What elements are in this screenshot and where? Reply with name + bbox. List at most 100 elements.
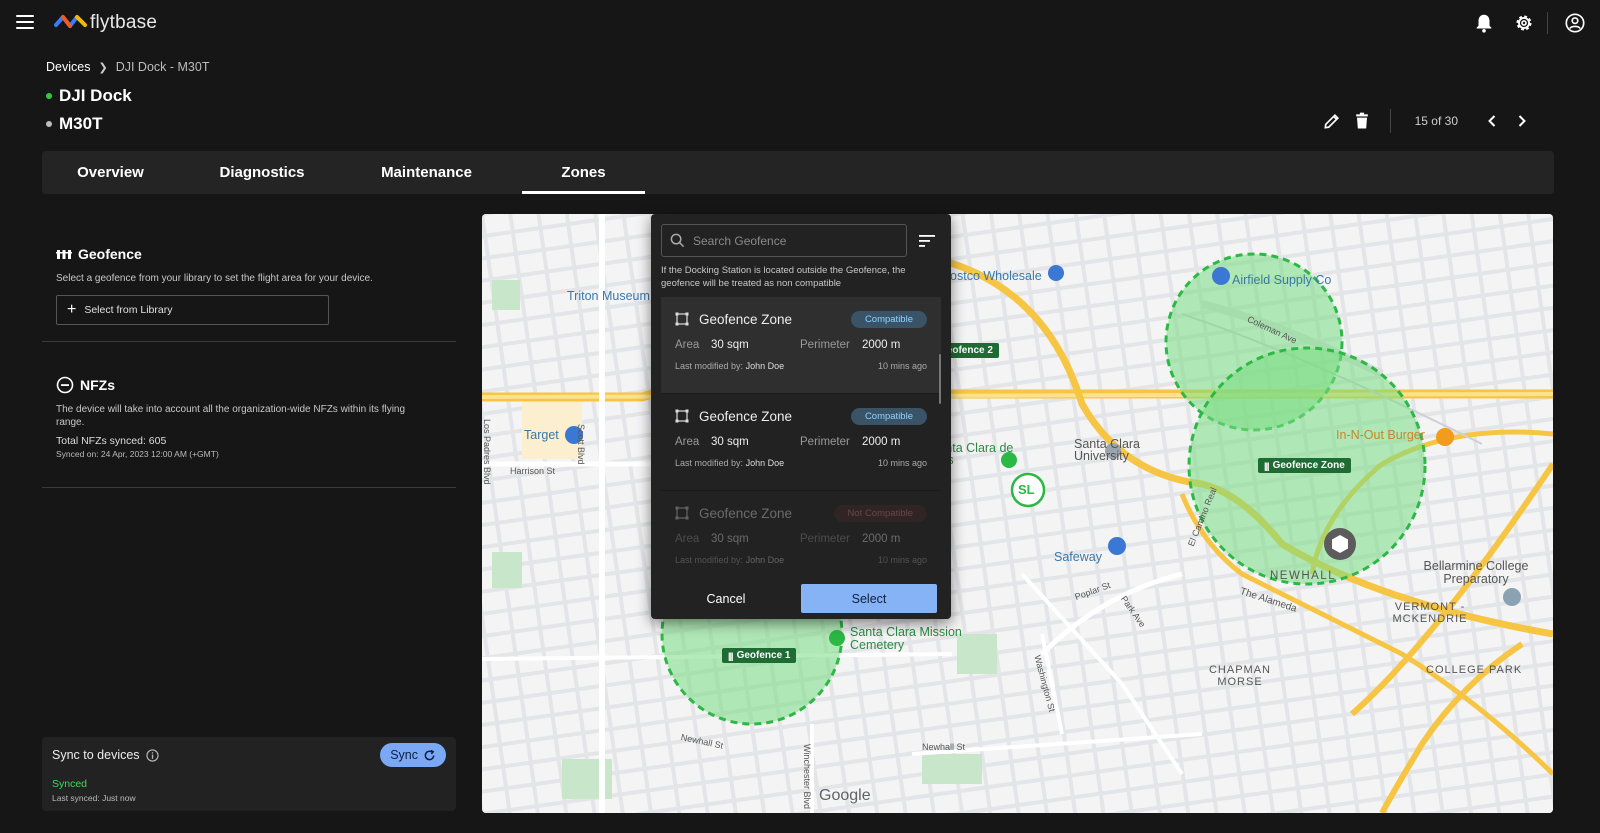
geofence-1-tag-label: Geofence 1	[736, 650, 791, 661]
geofence-item-name: Geofence Zone	[699, 311, 793, 327]
map-label-bellarmine: Bellarmine College Preparatory	[1423, 559, 1529, 586]
list-scrollbar[interactable]	[939, 354, 941, 404]
perimeter-label: Perimeter	[800, 533, 850, 545]
geofence-section: Geofence Select a geofence from your lib…	[56, 246, 470, 285]
device-tabs: Overview Diagnostics Maintenance Zones	[42, 151, 1554, 194]
nfz-title-text: NFZs	[80, 377, 115, 393]
drone-status-dot	[46, 121, 52, 127]
select-from-library-button[interactable]: + Select from Library	[56, 295, 329, 325]
menu-icon[interactable]	[16, 15, 34, 29]
map-label-chapman: CHAPMAN MORSE	[1208, 664, 1271, 688]
section-divider	[42, 487, 456, 488]
geofence-1-tag[interactable]: ||| Geofence 1	[722, 648, 797, 663]
section-divider	[42, 341, 456, 342]
polygon-zone-icon	[675, 506, 689, 520]
sync-panel: Sync to devices Sync Synced Last synced:…	[42, 737, 456, 811]
sync-title: Sync to devices	[52, 748, 159, 762]
chevron-left-icon[interactable]	[1484, 113, 1500, 129]
info-icon[interactable]	[145, 748, 159, 762]
map-label-newhall: NEWHALL	[1270, 570, 1337, 582]
tab-overview[interactable]: Overview	[42, 151, 179, 194]
top-bar: flytbase	[0, 0, 1600, 46]
sync-status: Synced	[52, 778, 88, 790]
map-label-target: Target	[524, 428, 559, 442]
geofence-title: Geofence	[56, 246, 470, 262]
modified-by: John Doe	[745, 458, 785, 468]
dropdown-footer: Cancel Select	[651, 578, 951, 619]
flytbase-logo[interactable]: flytbase	[54, 12, 157, 34]
geofence-icon	[56, 250, 72, 259]
map-label-airfield: Airfield Supply Co	[1232, 273, 1332, 287]
breadcrumb-devices-link[interactable]: Devices	[46, 60, 90, 74]
area-value: 30 sqm	[711, 339, 749, 351]
compatibility-badge: Compatible	[850, 311, 927, 328]
no-fly-zone-icon	[56, 376, 74, 394]
map-label-los-padres: Los Padres Blvd	[482, 419, 492, 485]
nfz-title: NFZs	[56, 376, 436, 394]
device-actions: 15 of 30	[1322, 108, 1530, 134]
perimeter-value: 2000 m	[862, 436, 901, 448]
geofence-library-dropdown: If the Docking Station is located outsid…	[651, 214, 951, 619]
drone-name: M30T	[59, 114, 103, 133]
bell-icon[interactable]	[1473, 12, 1495, 34]
geofence-list-item[interactable]: Geofence Zone Compatible Area 30 sqm Per…	[661, 394, 941, 491]
modified-time: 10 mins ago	[877, 361, 927, 371]
dock-status-dot	[46, 93, 52, 99]
delete-trash-icon[interactable]	[1352, 111, 1372, 131]
drone-title: M30T	[46, 114, 102, 134]
area-value: 30 sqm	[711, 533, 749, 545]
nfz-synced-on: Synced on: 24 Apr, 2023 12:00 AM (+GMT)	[56, 449, 219, 459]
map-label-safeway: Safeway	[1054, 550, 1102, 564]
map-label-harrison: Harrison St	[510, 466, 556, 476]
search-geofence-input[interactable]	[693, 233, 893, 248]
polygon-zone-icon	[675, 312, 689, 326]
geofence-search-box	[661, 224, 907, 257]
modified-by: John Doe	[745, 361, 785, 371]
edit-pencil-icon[interactable]	[1322, 111, 1342, 131]
tab-diagnostics[interactable]: Diagnostics	[179, 151, 345, 194]
topbar-separator	[1547, 12, 1548, 34]
map-label-vermont: VERMONT - MCKENDRIE	[1392, 601, 1468, 625]
geofence-item-name: Geofence Zone	[699, 408, 793, 424]
area-label: Area	[675, 436, 700, 448]
compatibility-note: If the Docking Station is located outsid…	[661, 265, 906, 289]
logo-text: flytbase	[90, 12, 158, 33]
chevron-right-icon[interactable]	[1514, 113, 1530, 129]
dock-title: DJI Dock	[46, 86, 132, 106]
tab-zones[interactable]: Zones	[522, 151, 645, 194]
nfz-description: The device will take into account all th…	[56, 404, 406, 428]
sync-button[interactable]: Sync	[380, 743, 446, 767]
sl-marker-label[interactable]: SL	[1018, 482, 1035, 497]
gear-icon[interactable]	[1513, 12, 1535, 34]
area-value: 30 sqm	[711, 436, 749, 448]
plus-icon: +	[67, 301, 77, 318]
breadcrumb-current: DJI Dock - M30T	[115, 60, 210, 74]
map-label-costco: Costco Wholesale	[941, 269, 1042, 283]
zones-map[interactable]: Triton Museum Costco Wholesale Airfield …	[482, 214, 1553, 813]
geofence-zone-tag[interactable]: ||| Geofence Zone	[1258, 458, 1351, 473]
map-label-in-n-out: In-N-Out Burger	[1336, 428, 1425, 442]
geofence-list-item[interactable]: Geofence Zone Compatible Area 30 sqm Per…	[661, 297, 941, 394]
modified-label: Last modified by:	[675, 458, 744, 468]
breadcrumb: Devices ❯ DJI Dock - M30T	[46, 60, 209, 74]
map-label-college-park: COLLEGE PARK	[1426, 664, 1523, 676]
map-label-scott: Scott Blvd	[576, 424, 586, 465]
nfz-total: Total NFZs synced: 605	[56, 435, 167, 447]
search-icon	[670, 233, 685, 248]
sort-filter-icon[interactable]	[919, 234, 935, 248]
compatibility-badge: Compatible	[850, 408, 927, 425]
actions-separator	[1389, 109, 1391, 133]
map-label-winchester: Winchester Blvd	[802, 744, 812, 810]
refresh-icon	[424, 749, 435, 760]
area-label: Area	[675, 533, 700, 545]
sync-title-text: Sync to devices	[52, 748, 140, 762]
modified-label: Last modified by:	[675, 555, 744, 565]
modified-time: 10 mins ago	[877, 555, 927, 565]
cancel-button[interactable]: Cancel	[651, 592, 801, 606]
user-account-icon[interactable]	[1564, 12, 1586, 34]
tab-maintenance[interactable]: Maintenance	[345, 151, 508, 194]
map-canvas	[482, 214, 1553, 813]
select-button[interactable]: Select	[801, 584, 937, 613]
geofence-zone-tag-label: Geofence Zone	[1272, 460, 1345, 471]
geofence-item-name: Geofence Zone	[699, 505, 793, 521]
